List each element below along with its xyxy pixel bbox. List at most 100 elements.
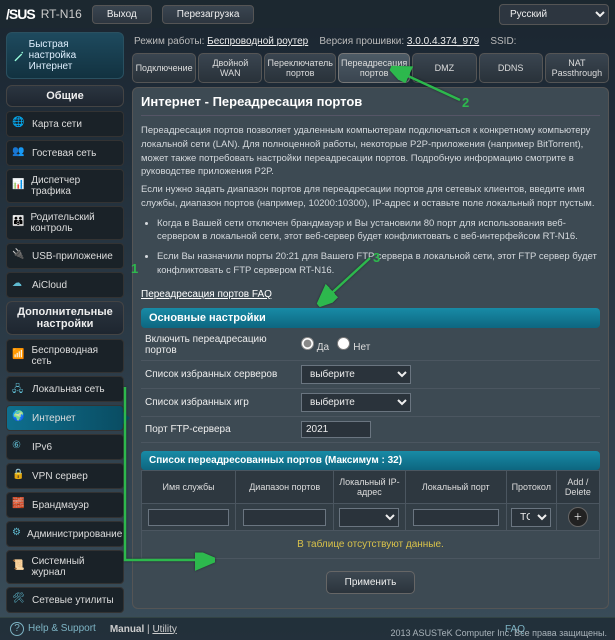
col-proto: Протокол xyxy=(506,471,556,504)
side-icon: 🧱 xyxy=(12,498,26,512)
row-proto-select[interactable]: TCP xyxy=(511,508,551,527)
col-service: Имя службы xyxy=(142,471,236,504)
brand-logo: /SUS xyxy=(6,6,35,22)
mode-label: Режим работы: xyxy=(134,36,204,47)
annot-3: 3 xyxy=(373,250,380,265)
language-select[interactable]: Русский xyxy=(499,4,609,25)
sidebar-item[interactable]: 🌐 Карта сети xyxy=(6,111,124,137)
faq-link[interactable]: Переадресация портов FAQ xyxy=(141,288,272,303)
page-title: Интернет - Переадресация портов xyxy=(141,94,600,116)
ftp-label: Порт FTP-сервера xyxy=(141,424,301,435)
sidebar-item[interactable]: ⑥ IPv6 xyxy=(6,434,124,460)
apply-button[interactable]: Применить xyxy=(326,571,416,594)
logout-button[interactable]: Выход xyxy=(92,5,152,24)
row-range-input[interactable] xyxy=(243,509,327,526)
form-header: Основные настройки xyxy=(141,308,600,328)
sidebar-item[interactable]: 🛠 Сетевые утилиты xyxy=(6,587,124,613)
side-icon: 📜 xyxy=(12,560,25,574)
sidebar-item-label: Брандмауэр xyxy=(32,500,89,511)
wand-icon xyxy=(13,47,25,65)
sidebar-item-label: Системный журнал xyxy=(31,556,118,578)
side-icon: 📶 xyxy=(12,349,26,363)
sidebar-item[interactable]: 👥 Гостевая сеть xyxy=(6,140,124,166)
tab[interactable]: DMZ xyxy=(412,53,476,83)
side-icon: 🛠 xyxy=(12,593,26,607)
annot-1: 1 xyxy=(131,261,138,276)
sidebar-item[interactable]: 👪 Родительский контроль xyxy=(6,206,124,240)
ftp-port-input[interactable] xyxy=(301,421,371,438)
sidebar-item[interactable]: 🧱 Брандмауэр xyxy=(6,492,124,518)
tab[interactable]: Подключение xyxy=(132,53,196,83)
ssid-label: SSID: xyxy=(490,36,516,47)
sidebar-item[interactable]: 📜 Системный журнал xyxy=(6,550,124,584)
sidebar-item-label: Сетевые утилиты xyxy=(32,595,114,606)
row-localport-input[interactable] xyxy=(413,509,499,526)
col-range: Диапазон портов xyxy=(236,471,334,504)
side-icon: 👥 xyxy=(12,146,26,160)
sidebar-item-label: Беспроводная сеть xyxy=(32,345,118,367)
sidebar-item[interactable]: 🔌 USB-приложение xyxy=(6,243,124,269)
fw-link[interactable]: 3.0.0.4.374_979 xyxy=(407,36,479,47)
tab[interactable]: Двойной WAN xyxy=(198,53,262,83)
annot-2: 2 xyxy=(462,95,469,110)
sidebar-item-label: Родительский контроль xyxy=(30,212,118,234)
section-advanced: Дополнительные настройки xyxy=(6,301,124,335)
enable-label: Включить переадресацию портов xyxy=(141,334,301,356)
sidebar-item-label: Гостевая сеть xyxy=(32,148,96,159)
tab[interactable]: Переадресация портов xyxy=(338,53,410,83)
quick-setup-label: Быстрая настройка Интернет xyxy=(29,39,117,72)
fw-label: Версия прошивки: xyxy=(319,36,404,47)
desc-li1: Когда в Вашей сети отключен брандмауэр и… xyxy=(157,217,600,245)
model-label: RT-N16 xyxy=(41,7,82,21)
row-ip-select[interactable] xyxy=(339,508,399,527)
copyright: 2013 ASUSTeK Computer Inc. Все права защ… xyxy=(0,626,607,638)
reboot-button[interactable]: Перезагрузка xyxy=(162,5,255,24)
no-data-msg: В таблице отсутствуют данные. xyxy=(141,531,600,559)
tab[interactable]: NAT Passthrough xyxy=(545,53,609,83)
side-icon: 👪 xyxy=(12,216,24,230)
sidebar-item-label: Локальная сеть xyxy=(32,384,105,395)
radio-no[interactable]: Нет xyxy=(337,342,370,353)
servers-select[interactable]: выберите xyxy=(301,365,411,384)
side-icon: ⚙ xyxy=(12,527,21,541)
desc-p2: Если нужно задать диапазон портов для пе… xyxy=(141,183,600,211)
games-select[interactable]: выберите xyxy=(301,393,411,412)
quick-setup-button[interactable]: Быстрая настройка Интернет xyxy=(6,32,124,79)
section-general: Общие xyxy=(6,85,124,107)
col-add: Add / Delete xyxy=(556,471,599,504)
side-icon: 🌐 xyxy=(12,117,26,131)
sidebar-item[interactable]: 📊 Диспетчер трафика xyxy=(6,169,124,203)
tab[interactable]: Переключатель портов xyxy=(264,53,336,83)
side-icon: 🖧 xyxy=(12,382,26,396)
sidebar-item[interactable]: 🔒 VPN сервер xyxy=(6,463,124,489)
sidebar-item-internet[interactable]: 🌍Интернет xyxy=(6,405,124,431)
sidebar-item[interactable]: ⚙ Администрирование xyxy=(6,521,124,547)
sidebar-item-label: Интернет xyxy=(32,413,76,424)
row-service-input[interactable] xyxy=(148,509,228,526)
servers-label: Список избранных серверов xyxy=(141,369,301,380)
side-icon: ☁ xyxy=(12,278,26,292)
radio-yes[interactable]: Да xyxy=(301,342,329,353)
sidebar-item[interactable]: 🖧 Локальная сеть xyxy=(6,376,124,402)
sidebar-item-label: Администрирование xyxy=(27,529,122,540)
table-header: Список переадресованных портов (Максимум… xyxy=(141,451,600,470)
side-icon: 📊 xyxy=(12,179,25,193)
side-icon: 🔒 xyxy=(12,469,26,483)
side-icon: 🔌 xyxy=(12,249,26,263)
sidebar-item[interactable]: 📶 Беспроводная сеть xyxy=(6,339,124,373)
sidebar-item-label: VPN сервер xyxy=(32,471,88,482)
side-icon: ⑥ xyxy=(12,440,26,454)
sidebar-item-label: Диспетчер трафика xyxy=(31,175,118,197)
col-localport: Локальный порт xyxy=(405,471,506,504)
games-label: Список избранных игр xyxy=(141,397,301,408)
tab[interactable]: DDNS xyxy=(479,53,543,83)
sidebar-item-label: IPv6 xyxy=(32,442,52,453)
mode-link[interactable]: Беспроводной роутер xyxy=(207,36,308,47)
sidebar-item-label: AiCloud xyxy=(32,280,67,291)
sidebar-item[interactable]: ☁ AiCloud xyxy=(6,272,124,298)
desc-p1: Переадресация портов позволяет удаленным… xyxy=(141,124,600,179)
sidebar-item-label: USB-приложение xyxy=(32,251,113,262)
sidebar-item-label: Карта сети xyxy=(32,119,82,130)
col-ip: Локальный IP-адрес xyxy=(334,471,406,504)
add-row-button[interactable]: ＋ xyxy=(568,507,588,527)
